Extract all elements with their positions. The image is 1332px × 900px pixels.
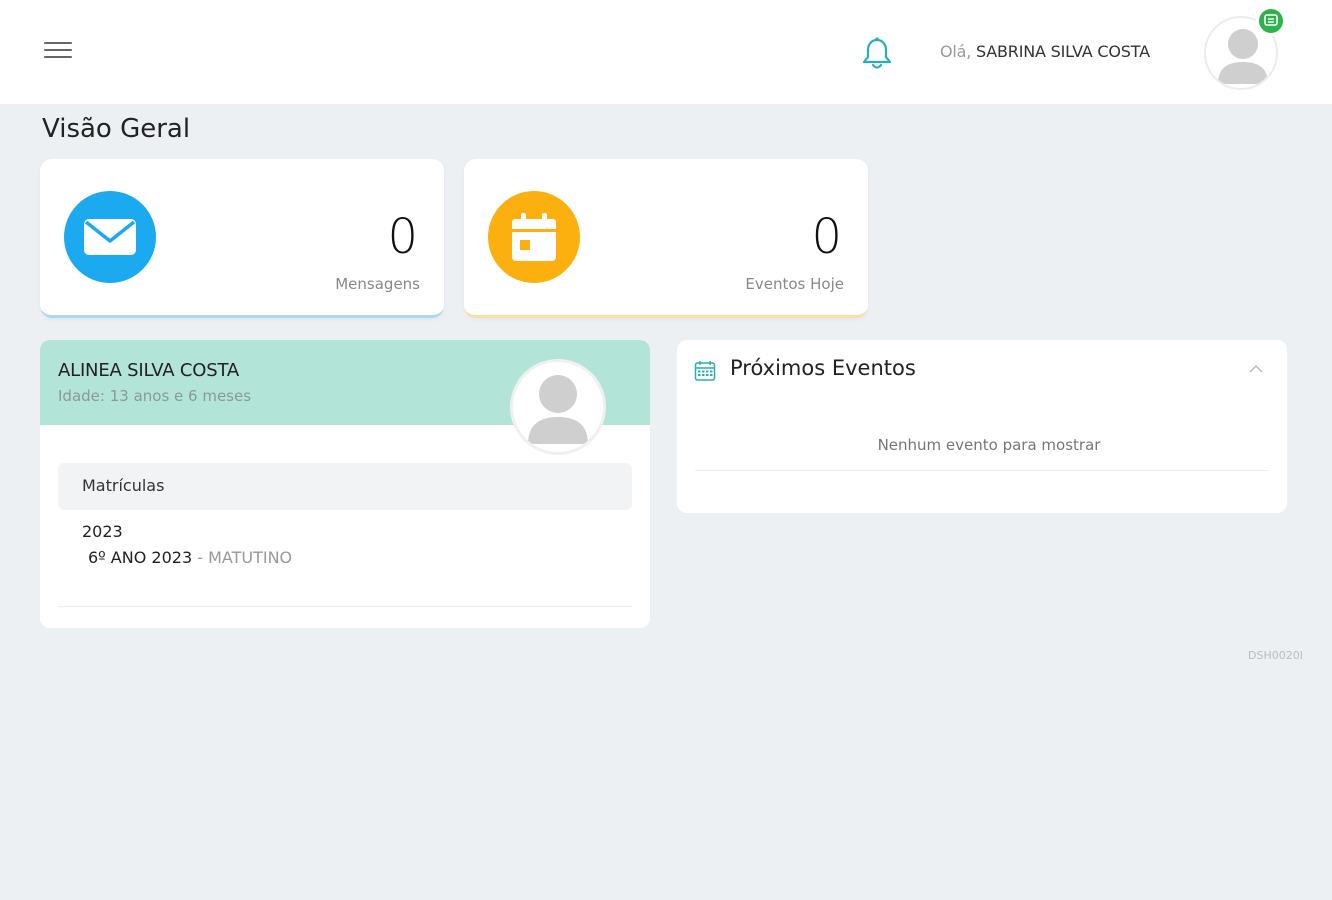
top-bar: Olá, SABRINA SILVA COSTA	[0, 0, 1332, 104]
events-today-label: Eventos Hoje	[745, 275, 844, 293]
user-greeting: Olá, SABRINA SILVA COSTA	[940, 42, 1150, 61]
greeting-prefix: Olá,	[940, 42, 972, 61]
enrollments-header: Matrículas	[58, 463, 632, 510]
bell-icon[interactable]	[858, 34, 896, 72]
student-avatar	[510, 359, 606, 455]
enrollment-year: 2023	[82, 522, 123, 541]
page-title: Visão Geral	[42, 114, 191, 144]
enrollment-class-name: 6º ANO 2023	[88, 548, 193, 567]
user-name: SABRINA SILVA COSTA	[976, 42, 1150, 61]
upcoming-events-title: Próximos Eventos	[730, 356, 916, 380]
events-today-card[interactable]: 0 Eventos Hoje	[464, 159, 868, 318]
enrollment-separator: -	[197, 548, 203, 567]
envelope-icon	[64, 191, 156, 283]
divider	[58, 606, 632, 607]
chat-status-icon[interactable]	[1256, 6, 1286, 36]
messages-label: Mensagens	[335, 275, 420, 293]
screen-code: DSH0020I	[1248, 649, 1303, 662]
enrollment-class[interactable]: 6º ANO 2023 - MATUTINO	[88, 548, 292, 567]
calendar-icon	[488, 191, 580, 283]
messages-count: 0	[387, 209, 418, 265]
events-today-count: 0	[811, 209, 842, 265]
divider	[695, 470, 1269, 471]
upcoming-events-card: Próximos Eventos Nenhum evento para most…	[677, 340, 1287, 513]
student-avatar-icon	[528, 375, 588, 444]
calendar-icon	[694, 360, 716, 382]
messages-card[interactable]: 0 Mensagens	[40, 159, 444, 318]
enrollment-shift: MATUTINO	[208, 548, 293, 567]
chevron-up-icon[interactable]	[1247, 360, 1265, 378]
empty-events-message: Nenhum evento para mostrar	[877, 436, 1101, 454]
hamburger-menu-icon[interactable]	[44, 42, 72, 62]
student-card[interactable]: ALINEA SILVA COSTA Idade: 13 anos e 6 me…	[40, 340, 650, 628]
